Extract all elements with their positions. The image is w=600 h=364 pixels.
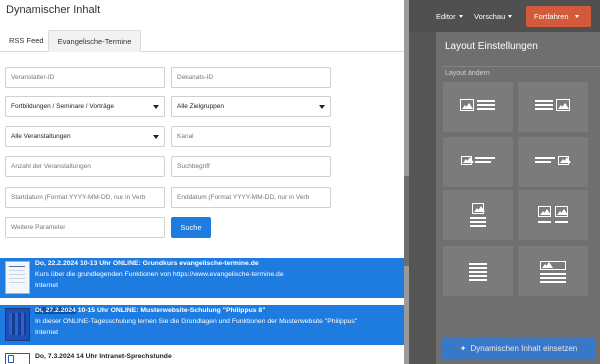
insert-dynamic-content-button[interactable]: ✦ Dynamischen Inhalt einsetzen <box>441 338 596 359</box>
event-thumbnail <box>5 308 30 341</box>
image-icon <box>555 206 568 217</box>
editor-canvas-edge <box>409 32 436 364</box>
chevron-down-icon <box>319 105 325 109</box>
target-group-select-value: Alle Zielgruppen <box>177 103 224 110</box>
layout-option-text-only[interactable] <box>443 246 513 296</box>
preview-menu-label: Vorschau <box>474 12 506 21</box>
divider <box>441 66 600 67</box>
dekanats-id-input[interactable]: Dekanats-ID <box>171 67 331 88</box>
preview-menu[interactable]: Vorschau <box>474 12 513 21</box>
chevron-down-icon <box>574 15 579 18</box>
result-title: Do, 22.2.2024 10-13 Uhr ONLINE: Grundkur… <box>35 260 259 267</box>
continue-button[interactable]: Fortfahren <box>526 6 591 27</box>
image-icon <box>472 203 485 214</box>
veranstalter-id-input[interactable]: Veranstalter-ID <box>5 67 165 88</box>
result-title: Do, 7.3.2024 14 Uhr Intranet-Sprechstund… <box>35 353 172 360</box>
chevron-down-icon <box>508 15 513 18</box>
editor-menu-label: Editor <box>436 12 456 21</box>
event-thumbnail <box>5 261 30 294</box>
magic-wand-icon: ✦ <box>459 344 467 353</box>
list-item[interactable]: Do, 22.2.2024 10-13 Uhr ONLINE: Grundkur… <box>0 258 404 298</box>
kanal-input[interactable]: Kanal <box>171 126 331 147</box>
tab-bar: RSS Feed Evangelische-Termine <box>0 30 404 52</box>
help-icon <box>5 353 30 364</box>
layout-option-image-top[interactable] <box>443 190 513 240</box>
image-icon <box>540 261 566 270</box>
search-term-input[interactable]: Suchbegriff <box>171 156 331 177</box>
panel-title: Layout Einstellungen <box>445 41 538 52</box>
result-category: Internet <box>35 282 59 289</box>
result-description: Kurs über die grundlegenden Funktionen v… <box>35 271 284 278</box>
result-title: Di, 27.2.2024 10-15 Uhr ONLINE: Musterwe… <box>35 307 265 314</box>
image-icon <box>538 206 551 217</box>
event-type-select-value: Alle Veranstaltungen <box>11 133 71 140</box>
modal-title: Dynamischer Inhalt <box>6 4 101 16</box>
image-icon <box>558 156 571 165</box>
result-category: Internet <box>35 329 59 336</box>
continue-button-label: Fortfahren <box>534 12 569 21</box>
layout-option-small-image-right[interactable] <box>518 137 588 187</box>
target-group-select[interactable]: Alle Zielgruppen <box>171 96 331 117</box>
image-icon <box>460 99 474 111</box>
event-count-input[interactable]: Anzahl der Veranstaltungen <box>5 156 165 177</box>
layout-option-two-images[interactable] <box>518 190 588 240</box>
tab-rss-feed[interactable]: RSS Feed <box>3 30 50 52</box>
layout-option-image-left-text[interactable] <box>443 82 513 132</box>
start-date-input[interactable]: Startdatum (Format YYYY-MM-DD, nur in Ve… <box>5 187 165 208</box>
event-type-select[interactable]: Alle Veranstaltungen <box>5 126 165 147</box>
result-description: In dieser ONLINE-Tagesschulung lernen Si… <box>35 318 358 325</box>
list-item[interactable]: Di, 27.2.2024 10-15 Uhr ONLINE: Musterwe… <box>0 305 404 345</box>
category-select[interactable]: Fortbildungen / Seminare / Vorträge <box>5 96 165 117</box>
insert-button-label: Dynamischen Inhalt einsetzen <box>470 344 578 353</box>
image-icon <box>461 156 474 165</box>
panel-subtitle: Layout ändern <box>445 70 490 77</box>
search-button[interactable]: Suche <box>171 217 211 238</box>
extra-params-input[interactable]: Weitere Parameter <box>5 217 165 238</box>
layout-option-small-image-left[interactable] <box>443 137 513 187</box>
tab-evangelische-termine[interactable]: Evangelische-Termine <box>48 30 141 52</box>
result-date-highlight: Di, 27.2.2024 <box>35 307 76 314</box>
editor-menu[interactable]: Editor <box>436 12 463 21</box>
category-select-value: Fortbildungen / Seminare / Vorträge <box>11 103 114 110</box>
layout-option-text-image-right[interactable] <box>518 82 588 132</box>
layout-option-image-grid[interactable] <box>518 246 588 296</box>
result-title-rest: 10-15 Uhr ONLINE: Musterwebsite-Schulung… <box>75 307 266 314</box>
chevron-down-icon <box>458 15 463 18</box>
end-date-input[interactable]: Enddatum (Format YYYY-MM-DD, nur in Verb <box>171 187 331 208</box>
list-item[interactable]: Do, 7.3.2024 14 Uhr Intranet-Sprechstund… <box>0 350 404 364</box>
image-icon <box>556 99 570 111</box>
chevron-down-icon <box>153 105 159 109</box>
chevron-down-icon <box>153 135 159 139</box>
